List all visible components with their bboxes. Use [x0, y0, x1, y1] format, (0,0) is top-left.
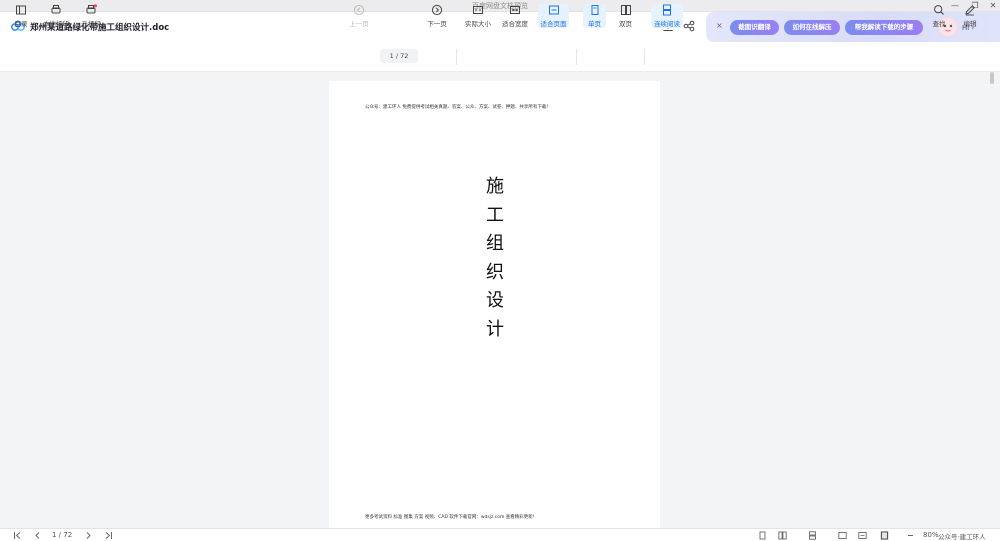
- toc-label: 目录: [14, 20, 28, 28]
- document-page: 公众号：建工环人 免费提供考试相关真题、答案、公众、方案、试卷、押题、共享所有下…: [329, 81, 660, 529]
- close-button[interactable]: ✕: [986, 0, 1000, 12]
- zoom-out-icon[interactable]: [906, 531, 915, 540]
- continuous-read-icon: [663, 4, 671, 16]
- fit-width-icon: [510, 6, 520, 14]
- continuous-read-label: 连续阅读: [654, 20, 680, 28]
- fit-width-view-icon[interactable]: [858, 531, 867, 540]
- vertical-scrollbar[interactable]: [988, 72, 996, 528]
- first-page-icon[interactable]: [13, 531, 22, 540]
- actual-size-icon: [473, 6, 483, 14]
- prev-page-icon: [353, 4, 365, 16]
- next-page-button[interactable]: 下一页: [425, 4, 449, 28]
- local-print-label: 本地打印: [43, 20, 69, 28]
- status-bar: 1 / 72 80%: [0, 528, 1000, 541]
- local-print-button[interactable]: 本地打印: [40, 4, 72, 28]
- prev-page-label: 上一页: [349, 20, 369, 28]
- toc-button[interactable]: 目录: [10, 4, 32, 28]
- fit-page-button[interactable]: 适合页面: [538, 4, 569, 28]
- local-print-icon: [51, 5, 61, 14]
- zoom-level[interactable]: 80%: [923, 530, 939, 541]
- page-title-char: 组: [486, 233, 504, 254]
- edit-button[interactable]: 编辑: [960, 4, 980, 28]
- continuous-read-button[interactable]: 连续阅读: [651, 4, 683, 28]
- cloud-print-label: 云打印: [81, 20, 101, 28]
- fit-page-label: 适合页面: [540, 20, 567, 28]
- page-title-char: 设: [486, 290, 504, 311]
- main-toolbar: [0, 42, 1000, 72]
- wechat-watermark: 公众号·建工环人: [938, 533, 986, 541]
- page-header-text: 公众号：建工环人 免费提供考试相关真题、答案、公众、方案、试卷、押题、共享所有下…: [365, 105, 551, 110]
- ai-chip-online-unzip[interactable]: 如何在线解压: [784, 20, 840, 35]
- double-page-label: 双页: [619, 20, 632, 28]
- next-page-small-icon[interactable]: [84, 531, 93, 540]
- toc-icon: [16, 5, 26, 15]
- last-page-icon[interactable]: [104, 531, 113, 540]
- continuous-view-icon[interactable]: [808, 531, 817, 540]
- actual-size-label: 实际大小: [465, 20, 491, 28]
- single-page-button[interactable]: 单页: [583, 4, 606, 28]
- ai-panel-close-button[interactable]: ×: [716, 21, 723, 30]
- page-title-vertical: 施 工 组 织 设 计: [480, 173, 510, 344]
- fit-width-label: 适合宽度: [502, 20, 528, 28]
- fit-page-view-icon[interactable]: [880, 531, 889, 540]
- prev-page-button[interactable]: 上一页: [347, 4, 371, 28]
- ai-chip-screenshot-translate[interactable]: 截图识翻译: [730, 20, 779, 35]
- cloud-print-icon: [86, 4, 97, 14]
- cloud-print-button[interactable]: 云打印: [79, 4, 103, 28]
- page-title-char: 施: [486, 176, 504, 197]
- ai-chip-download-steps[interactable]: 帮我解读下载的步骤: [845, 20, 923, 35]
- edit-icon: [965, 5, 975, 16]
- actual-size-view-icon[interactable]: [838, 531, 847, 540]
- single-page-view-icon[interactable]: [758, 531, 767, 540]
- single-page-icon: [591, 5, 598, 15]
- toolbar-divider: [456, 49, 457, 65]
- page-title-char: 计: [486, 318, 504, 340]
- edit-label: 编辑: [963, 20, 977, 28]
- status-page-indicator[interactable]: 1 / 72: [52, 530, 72, 541]
- next-page-label: 下一页: [427, 20, 447, 28]
- double-page-button[interactable]: 双页: [614, 4, 637, 28]
- fit-page-icon: [548, 5, 559, 15]
- toolbar-divider: [576, 49, 577, 65]
- actual-size-button[interactable]: 实际大小: [463, 4, 493, 28]
- page-title-char: 织: [486, 261, 504, 283]
- double-page-view-icon[interactable]: [778, 531, 787, 540]
- prev-page-small-icon[interactable]: [33, 531, 42, 540]
- page-indicator[interactable]: 1 / 72: [380, 49, 418, 63]
- scrollbar-thumb[interactable]: [990, 72, 994, 84]
- share-icon[interactable]: [683, 20, 695, 32]
- search-icon: [934, 5, 944, 15]
- next-page-icon: [431, 4, 443, 16]
- fit-width-button[interactable]: 适合宽度: [500, 4, 530, 28]
- search-button[interactable]: 查找: [929, 4, 949, 28]
- toolbar-divider: [644, 49, 645, 65]
- search-label: 查找: [932, 20, 946, 28]
- single-page-label: 单页: [588, 20, 601, 28]
- page-footer-text: 更多考试资料 标准 图集 方案 视频、CAD 软件下载官网：wdsjz.com …: [365, 515, 535, 520]
- page-title-char: 工: [486, 204, 504, 226]
- double-page-icon: [620, 5, 631, 15]
